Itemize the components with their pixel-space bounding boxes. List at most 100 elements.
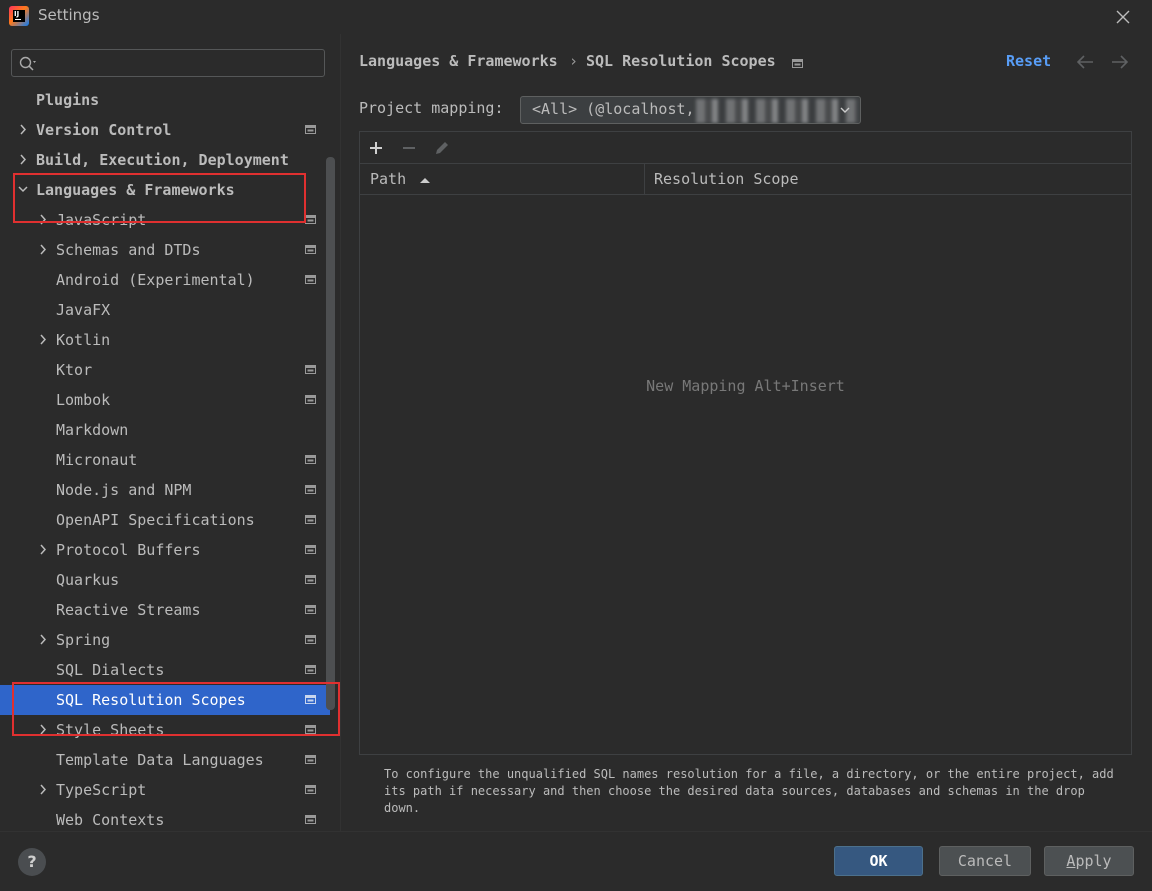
back-arrow-icon[interactable] <box>1075 54 1095 70</box>
table-toolbar <box>360 132 1131 164</box>
project-mapping-label: Project mapping: <box>359 99 504 117</box>
sidebar-item-template-data-languages[interactable]: Template Data Languages <box>0 745 330 775</box>
sidebar-item-micronaut[interactable]: Micronaut <box>0 445 330 475</box>
chevron-right-icon[interactable] <box>36 775 50 805</box>
sidebar-item-label: Spring <box>56 631 111 649</box>
sidebar-item-label: Reactive Streams <box>56 601 201 619</box>
breadcrumb-separator: › <box>569 52 579 70</box>
chevron-right-icon[interactable] <box>16 115 30 145</box>
project-level-icon <box>305 395 316 404</box>
chevron-down-icon <box>840 107 850 113</box>
project-mapping-value: <All> (@localhost, <box>532 100 695 118</box>
sidebar-item-reactive-streams[interactable]: Reactive Streams <box>0 595 330 625</box>
app-icon-letters: IJ <box>13 10 25 22</box>
help-hint-text: To configure the unqualified SQL names r… <box>384 767 1114 815</box>
sidebar-item-plugins[interactable]: Plugins <box>0 85 330 115</box>
sidebar-item-sql-dialects[interactable]: SQL Dialects <box>0 655 330 685</box>
chevron-right-icon[interactable] <box>16 145 30 175</box>
project-level-icon <box>305 125 316 134</box>
project-level-icon <box>305 545 316 554</box>
project-level-icon <box>305 605 316 614</box>
project-level-icon <box>305 665 316 674</box>
project-level-icon <box>305 245 316 254</box>
remove-icon[interactable] <box>399 138 419 158</box>
project-level-icon <box>305 365 316 374</box>
sidebar-item-lombok[interactable]: Lombok <box>0 385 330 415</box>
forward-arrow-icon[interactable] <box>1110 54 1130 70</box>
sidebar-item-label: Micronaut <box>56 451 138 469</box>
sidebar-item-ktor[interactable]: Ktor <box>0 355 330 385</box>
sidebar-scrollbar-thumb[interactable] <box>326 157 335 710</box>
cancel-button[interactable]: Cancel <box>939 846 1031 876</box>
settings-search-box[interactable] <box>11 49 325 77</box>
project-level-icon <box>305 485 316 494</box>
sidebar-item-protocol-buffers[interactable]: Protocol Buffers <box>0 535 330 565</box>
close-icon[interactable] <box>1114 8 1132 26</box>
add-icon[interactable] <box>366 138 386 158</box>
sidebar-item-label: Template Data Languages <box>56 751 264 769</box>
chevron-right-icon[interactable] <box>36 235 50 265</box>
sidebar-item-label: Android (Experimental) <box>56 271 255 289</box>
dialog-button-bar: ? OK Cancel Apply <box>0 831 1152 891</box>
sidebar-item-label: Quarkus <box>56 571 120 589</box>
sidebar-item-label: JavaFX <box>56 301 111 319</box>
sort-ascending-icon <box>420 178 431 183</box>
annotation-box-languages-frameworks <box>13 173 306 223</box>
sidebar-item-typescript[interactable]: TypeScript <box>0 775 330 805</box>
sidebar-item-openapi-specifications[interactable]: OpenAPI Specifications <box>0 505 330 535</box>
sidebar-item-build-execution-deployment[interactable]: Build, Execution, Deployment <box>0 145 330 175</box>
project-level-icon <box>305 575 316 584</box>
search-icon <box>19 56 36 71</box>
sidebar-item-label: Lombok <box>56 391 111 409</box>
sidebar-item-node-js-and-npm[interactable]: Node.js and NPM <box>0 475 330 505</box>
chevron-right-icon[interactable] <box>36 325 50 355</box>
intellij-app-icon: IJ <box>9 6 29 26</box>
project-level-icon <box>305 215 316 224</box>
sidebar-item-android-experimental[interactable]: Android (Experimental) <box>0 265 330 295</box>
chevron-right-icon[interactable] <box>36 535 50 565</box>
ok-button[interactable]: OK <box>834 846 923 876</box>
table-empty-text[interactable]: New Mapping Alt+Insert <box>360 377 1131 395</box>
project-mapping-dropdown[interactable]: <All> (@localhost, <box>520 96 861 124</box>
sidebar-item-label: Schemas and DTDs <box>56 241 201 259</box>
sidebar-item-spring[interactable]: Spring <box>0 625 330 655</box>
project-level-icon <box>305 455 316 464</box>
redacted-region <box>696 99 858 123</box>
project-level-icon <box>305 815 316 824</box>
reset-link[interactable]: Reset <box>1006 52 1051 70</box>
mapping-table: Path Resolution Scope New Mapping Alt+In… <box>359 131 1132 755</box>
sidebar-item-label: Plugins <box>36 91 100 109</box>
project-level-icon <box>305 785 316 794</box>
sidebar-item-kotlin[interactable]: Kotlin <box>0 325 330 355</box>
apply-rest: pply <box>1075 852 1112 870</box>
sidebar-item-schemas-and-dtds[interactable]: Schemas and DTDs <box>0 235 330 265</box>
settings-search-input[interactable] <box>44 53 318 75</box>
column-path-label: Path <box>370 170 407 188</box>
project-level-icon <box>305 515 316 524</box>
sidebar-item-label: Kotlin <box>56 331 111 349</box>
chevron-right-icon[interactable] <box>36 625 50 655</box>
sidebar-item-markdown[interactable]: Markdown <box>0 415 330 445</box>
panel-divider <box>340 34 341 831</box>
edit-pencil-icon[interactable] <box>432 138 452 158</box>
project-level-icon <box>792 59 803 68</box>
sidebar-item-web-contexts[interactable]: Web Contexts <box>0 805 330 831</box>
sidebar-item-label: Protocol Buffers <box>56 541 201 559</box>
column-header-path[interactable]: Path <box>370 164 431 194</box>
column-separator <box>644 164 645 194</box>
breadcrumb-parent[interactable]: Languages & Frameworks <box>359 52 558 70</box>
help-button[interactable]: ? <box>18 848 46 876</box>
project-level-icon <box>305 755 316 764</box>
sidebar-item-version-control[interactable]: Version Control <box>0 115 330 145</box>
annotation-box-sql-resolution-scopes <box>12 682 340 736</box>
sidebar-item-label: Version Control <box>36 121 172 139</box>
column-header-resolution-scope[interactable]: Resolution Scope <box>654 164 799 194</box>
project-level-icon <box>305 275 316 284</box>
sidebar-item-label: Ktor <box>56 361 93 379</box>
sidebar-item-label: Markdown <box>56 421 129 439</box>
sidebar-item-quarkus[interactable]: Quarkus <box>0 565 330 595</box>
sidebar-item-javafx[interactable]: JavaFX <box>0 295 330 325</box>
sidebar-item-label: TypeScript <box>56 781 147 799</box>
table-header: Path Resolution Scope <box>360 164 1131 195</box>
apply-button[interactable]: Apply <box>1044 846 1134 876</box>
